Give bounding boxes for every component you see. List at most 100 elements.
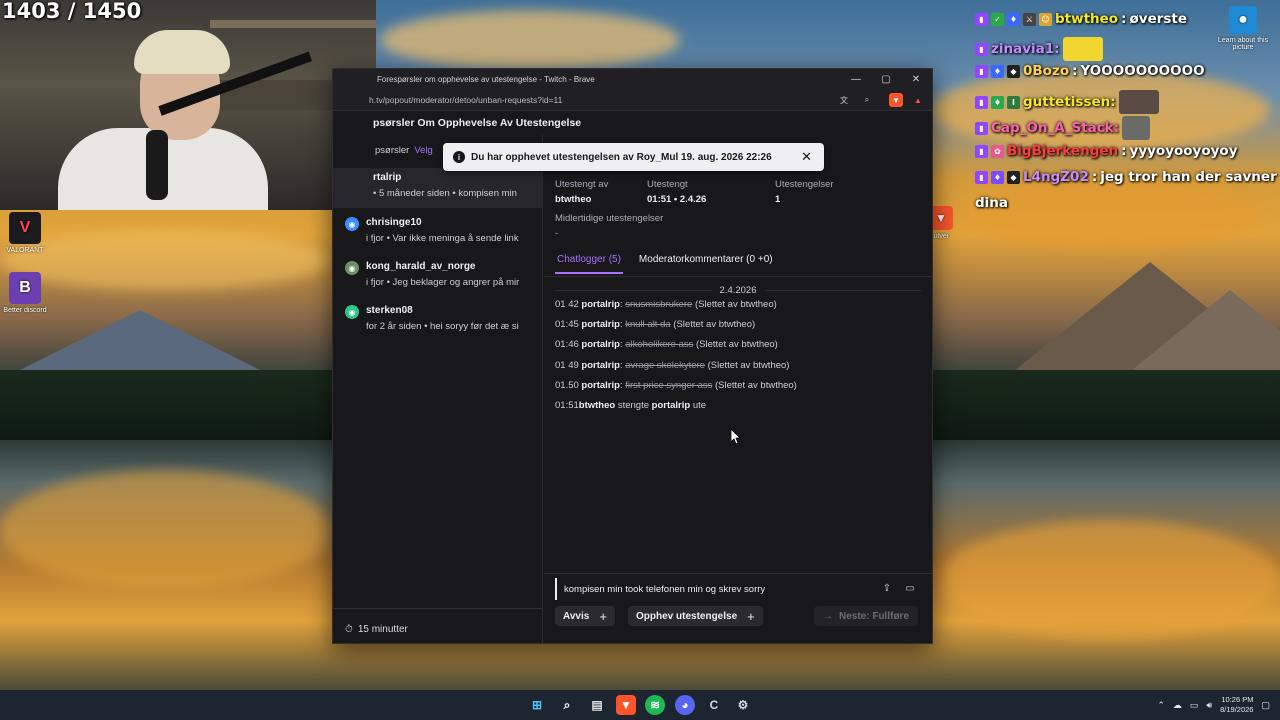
brave-icon[interactable]: ▼ (616, 695, 636, 715)
chat-message: ▮ zinavia1: (975, 37, 1103, 61)
discord-icon[interactable]: ◕ (675, 695, 695, 715)
minimize-icon[interactable]: — (841, 71, 871, 87)
chat-message: ▮ Cap_On_A_Stack: (975, 116, 1151, 140)
tab-chatlogs[interactable]: Chatlogger (5) (555, 252, 623, 274)
clock[interactable]: 10:26 PM 8/19/2026 (1220, 695, 1253, 715)
avatar: ◉ (345, 305, 359, 319)
emote-badge-icon: ☺ (1039, 12, 1052, 26)
next-label: Neste: Fullføre (839, 610, 910, 622)
betterdiscord-icon: B (9, 272, 41, 304)
stat-value-banned: 01:51 • 2.4.26 (647, 194, 707, 205)
clock-date: 8/19/2026 (1220, 705, 1254, 714)
chat-log-line: 01:46 portalrip: alkoholikere ass (Slett… (555, 339, 778, 350)
stopwatch-icon: ⏱ (345, 624, 353, 635)
twitch-badge-icon: ▮ (975, 95, 988, 109)
volume-icon[interactable]: 🔊︎ (1206, 700, 1212, 711)
request-snippet: i fjor • Var ikke meninga å sende link (366, 233, 519, 244)
close-icon[interactable]: ✕ (901, 71, 931, 87)
irl-badge-icon: I (1007, 95, 1020, 109)
request-snippet: for 2 år siden • hei soryy før det æ si (366, 321, 519, 332)
chat-log-line: 01:45 portalrip: knull alt da (Slettet a… (555, 319, 756, 330)
request-item[interactable]: ◉ chrisinge10 i fjor • Var ikke meninga … (333, 213, 543, 257)
chat-message: ▮ ♦ ◆ L4ngZ02: jeg tror han der savner (975, 169, 1277, 185)
brave-shield-icon[interactable]: ▼ (889, 93, 903, 107)
info-icon: i (453, 151, 465, 163)
desktop-icon-label: Better discord (3, 307, 47, 314)
search-icon[interactable]: ⌕ (557, 695, 577, 715)
plus-icon[interactable]: + (599, 609, 607, 624)
clock-time: 10:26 PM (1221, 695, 1254, 704)
stat-value-banned-by: btwtheo (555, 194, 592, 205)
request-item[interactable]: ◉ kong_harald_av_norge i fjor • Jeg bekl… (333, 257, 543, 301)
next-finish-button[interactable]: → Neste: Fullføre (814, 606, 919, 626)
request-item[interactable]: rtalrip • 5 måneder siden • kompisen min (333, 168, 543, 208)
close-icon[interactable]: ✕ (801, 149, 812, 165)
network-icon[interactable]: ▭ (1190, 700, 1199, 711)
request-details-panel: Utestengt av btwtheo Utestengt 01:51 • 2… (544, 135, 932, 643)
desktop-icon-betterdiscord[interactable]: B Better discord (0, 272, 50, 314)
viewer-counter: 1403 / 1450 (2, 0, 142, 23)
chat-log-line: 01 49 portalrip: avrage skolekytere (Sle… (555, 360, 790, 371)
chevron-up-icon[interactable]: ⌃ (1157, 700, 1165, 711)
translate-icon[interactable]: 文 (837, 93, 851, 107)
maximize-icon[interactable]: ▢ (871, 71, 901, 87)
desktop-icon-valorant[interactable]: V VALORANT (0, 212, 50, 254)
url-text[interactable]: h.tv/popout/moderator/detoo/unban-reques… (369, 95, 562, 105)
comment-icon[interactable]: ▭ (903, 581, 917, 595)
desktop-icon-label: utvei (933, 233, 949, 240)
divider (544, 276, 932, 277)
learn-about-label: Learn about this picture (1217, 37, 1269, 51)
tab-mod-comments[interactable]: Moderatorkommentarer (0 +0) (637, 252, 775, 274)
twitch-badge-icon: ▮ (975, 64, 988, 78)
ban-log-line: 01:51btwtheo stengte portalrip ute (555, 400, 707, 411)
verified-badge-icon: ✓ (991, 12, 1004, 26)
chat-message: ▮ ✿ BigBjerkengen: yyyoyooyoyoy (975, 143, 1238, 159)
deny-button[interactable]: Avvis + (555, 606, 615, 626)
brave-rewards-icon[interactable]: ▲ (911, 93, 925, 107)
stat-value-ban-count: 1 (775, 194, 781, 205)
plus-icon[interactable]: + (747, 609, 755, 624)
spotify-icon[interactable]: ≋ (645, 695, 665, 715)
taskbar: ⊞ ⌕ ▤ ▼ ≋ ◕ C ⚙ ⌃ ☁ ▭ 🔊︎ 10:26 PM 8/19/2… (0, 690, 1280, 720)
title-bar: Forespørsler om opphevelse av utestengel… (333, 69, 932, 89)
log-date: 2.4.2026 (719, 284, 757, 296)
temp-bans-label: Midlertidige utestengelser (555, 213, 664, 224)
request-snippet: i fjor • Jeg beklager og angrer på mir (366, 277, 520, 288)
chat-log-line: 01 42 portalrip: snusmisbrukere (Slettet… (555, 299, 777, 310)
address-bar[interactable]: h.tv/popout/moderator/detoo/unban-reques… (333, 89, 932, 111)
steam-icon[interactable]: ⚙ (733, 695, 753, 715)
request-username: kong_harald_av_norge (366, 261, 476, 272)
unban-request-message: kompisen min took telefonen min og skrev… (555, 578, 921, 600)
notification-icon[interactable]: ▢ (1261, 700, 1270, 711)
emote-image (1118, 90, 1159, 114)
tab-requests[interactable]: psørsler (375, 145, 409, 156)
avatar: ◉ (345, 217, 359, 231)
deny-label: Avvis (563, 610, 590, 622)
valorant-icon: V (9, 212, 41, 244)
chat-message: ▮ ♦ I guttetissen: (975, 90, 1159, 114)
zoom-icon[interactable]: ⌕ (860, 93, 874, 107)
sword-badge-icon: ⚔ (1023, 12, 1036, 26)
cloud-icon[interactable]: ☁ (1173, 700, 1182, 711)
chat-message-continued: dina (975, 195, 1009, 211)
unban-button[interactable]: Opphev utestengelse + (628, 606, 763, 626)
twitch-badge-icon: ▮ (975, 144, 988, 158)
share-icon[interactable]: ⇪ (880, 581, 894, 595)
temp-bans-value: - (555, 228, 559, 239)
twitch-badge-icon: ▮ (975, 121, 988, 135)
windows-start-icon[interactable]: ⊞ (527, 695, 547, 715)
twitch-badge-icon: ▮ (975, 42, 988, 56)
log-date-separator: 2.4.2026 (555, 283, 922, 297)
ccleaner-icon[interactable]: C (704, 695, 724, 715)
flower-badge-icon: ✿ (991, 144, 1004, 158)
request-item[interactable]: ◉ sterken08 for 2 år siden • hei soryy f… (333, 301, 543, 345)
detail-tabs: Chatlogger (5) Moderatorkommentarer (0 +… (555, 252, 775, 274)
select-link[interactable]: Velg (414, 145, 433, 156)
unban-toast: i Du har opphevet utestengelsen av Roy_M… (443, 143, 824, 171)
chat-message: ▮ ♦ ◆ 0Bozo: YOOOOOOOOOO (975, 63, 1205, 79)
divider (333, 608, 543, 609)
file-explorer-icon[interactable]: ▤ (587, 695, 607, 715)
learn-about-picture[interactable]: ● Learn about this picture (1216, 6, 1270, 51)
stat-label-banned-by: Utestengt av (555, 179, 609, 190)
timer-text: 15 minutter (357, 624, 408, 635)
